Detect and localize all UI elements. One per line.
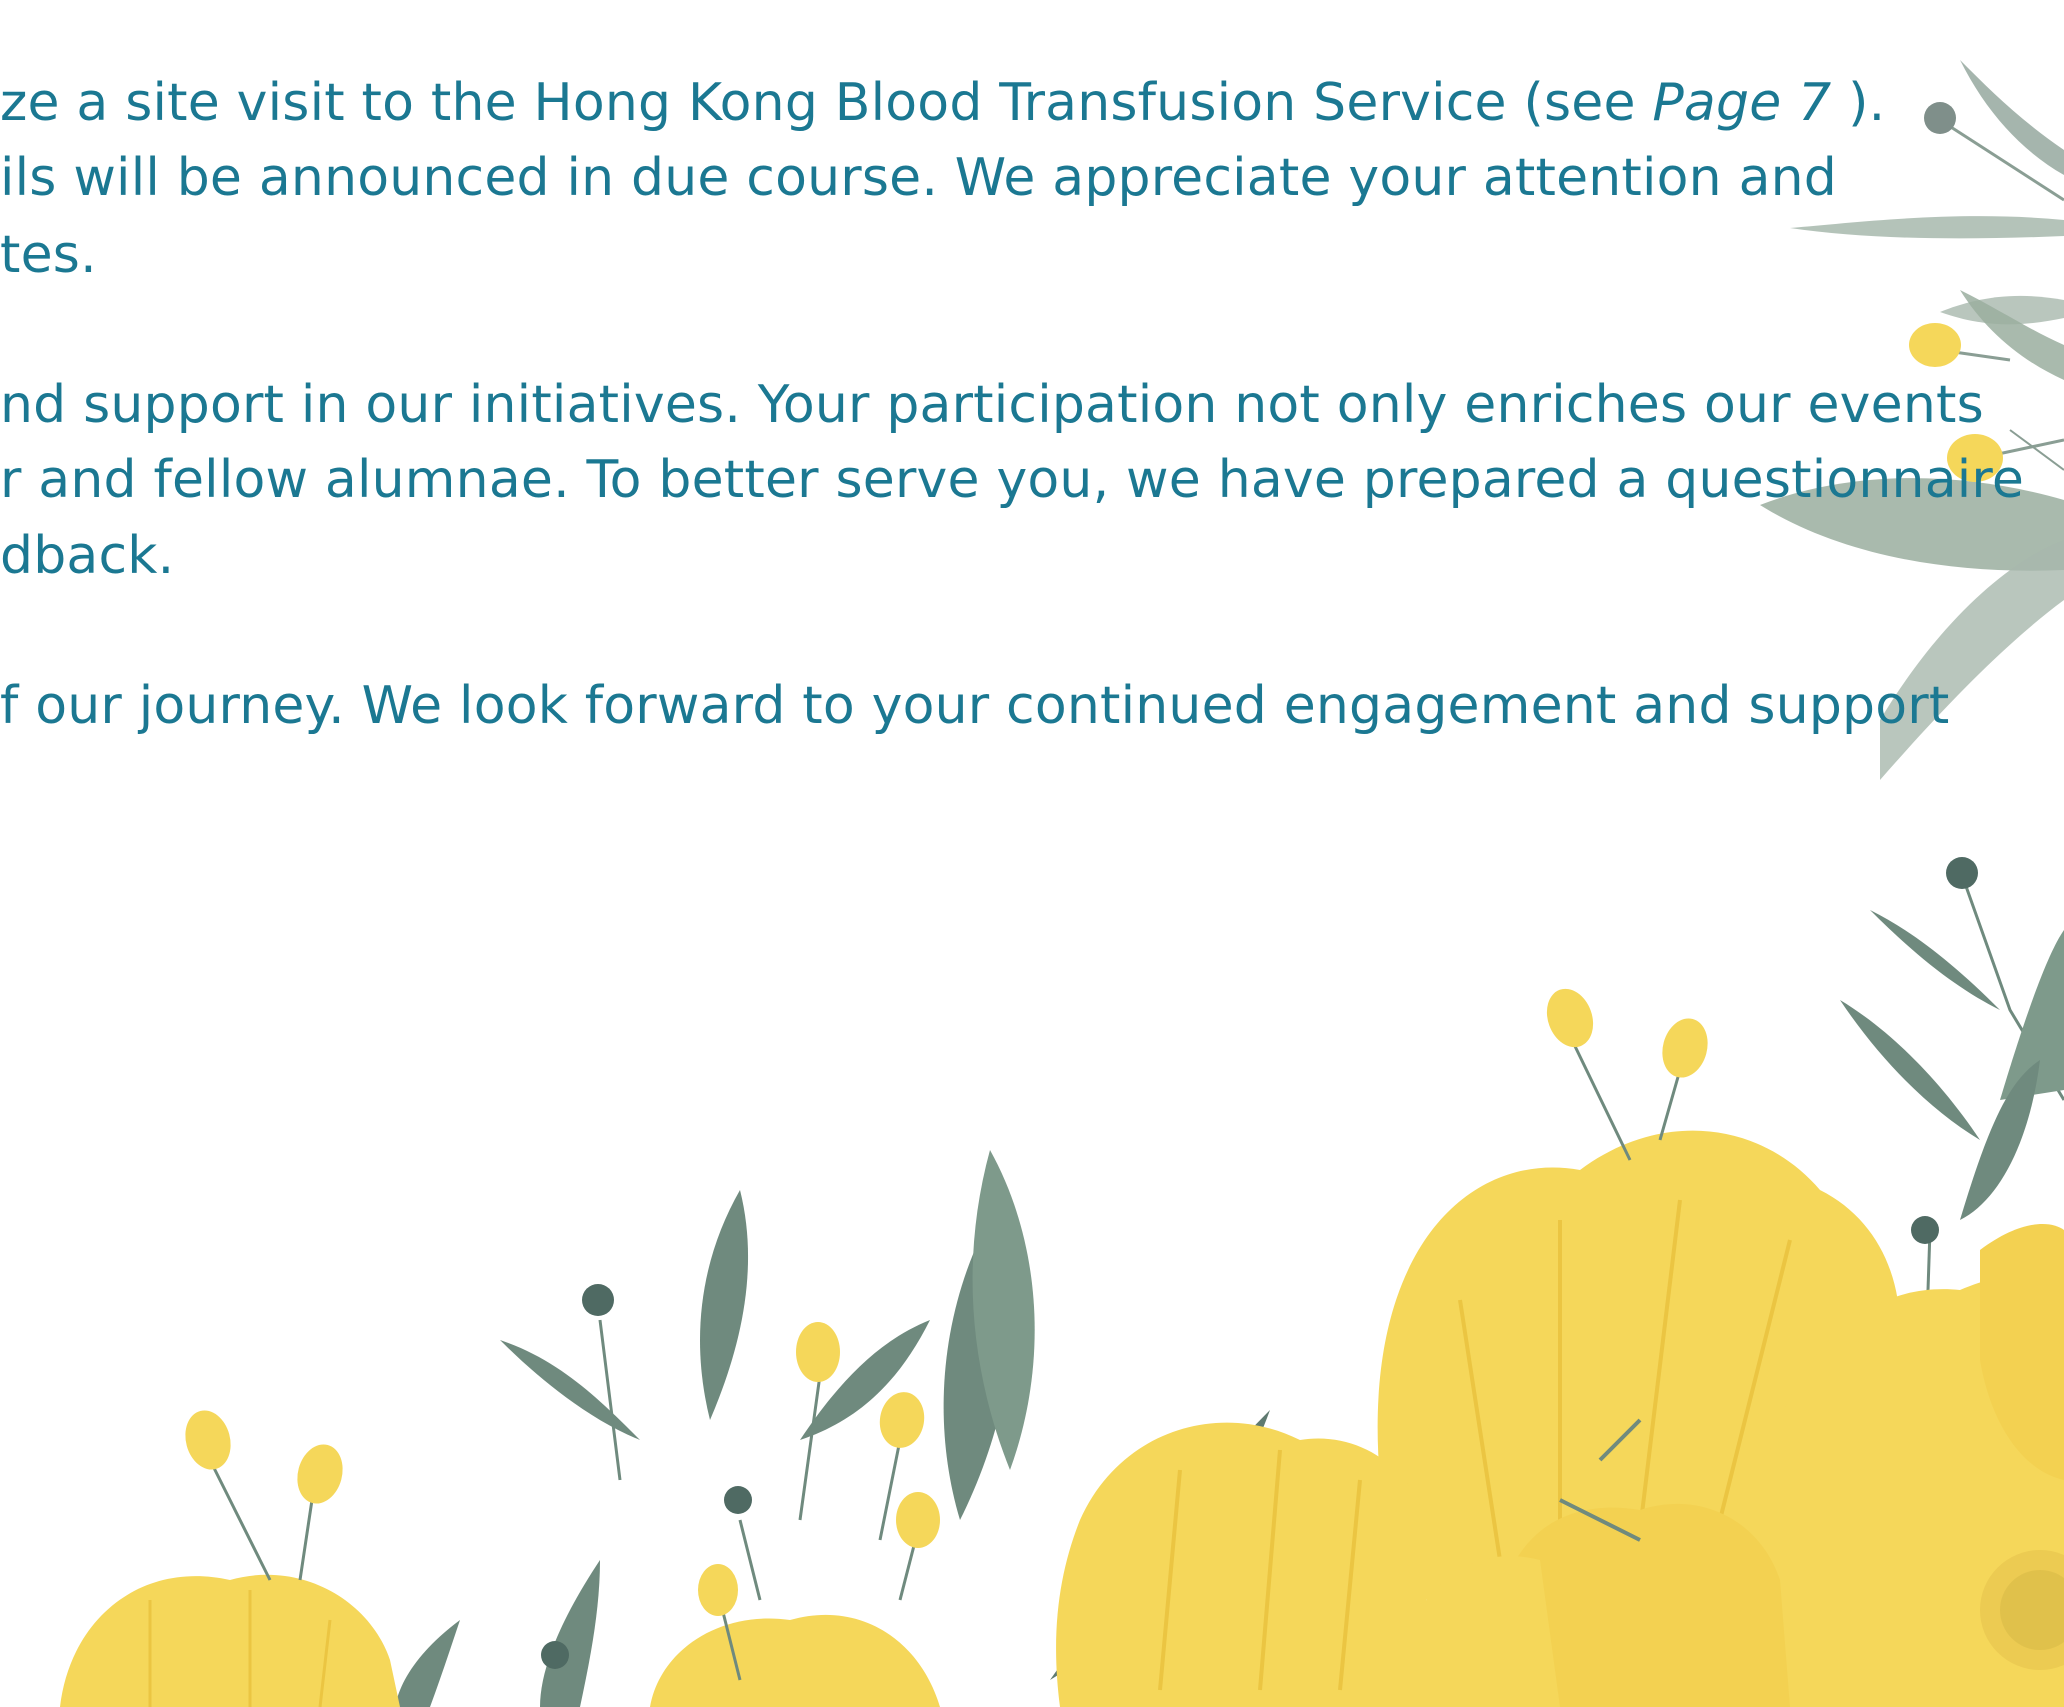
yellow-flowers-right bbox=[1376, 1130, 2064, 1707]
floral-illustration bbox=[60, 60, 2064, 1707]
paragraph-1-line-1: ze a site visit to the Hong Kong Blood T… bbox=[0, 73, 1885, 133]
paragraph-2-line-1: nd support in our initiatives. Your part… bbox=[0, 375, 1984, 435]
page-reference: Page 7 bbox=[1652, 73, 1832, 133]
paragraph-2-line-3: dback. bbox=[0, 526, 175, 586]
line-text-pre: ze a site visit to the Hong Kong Blood T… bbox=[0, 73, 1653, 133]
page-canvas: ze a site visit to the Hong Kong Blood T… bbox=[0, 0, 2064, 1707]
paragraph-1-line-2: ils will be announced in due course. We … bbox=[0, 148, 1837, 208]
yellow-flowers-center bbox=[60, 1422, 1430, 1707]
paragraph-2-line-2: r and fellow alumnae. To better serve yo… bbox=[0, 450, 2025, 510]
line-text-post: ). bbox=[1831, 73, 1886, 133]
paragraph-3-line-1: f our journey. We look forward to your c… bbox=[0, 676, 1950, 736]
paragraph-1-line-3: tes. bbox=[0, 225, 97, 285]
